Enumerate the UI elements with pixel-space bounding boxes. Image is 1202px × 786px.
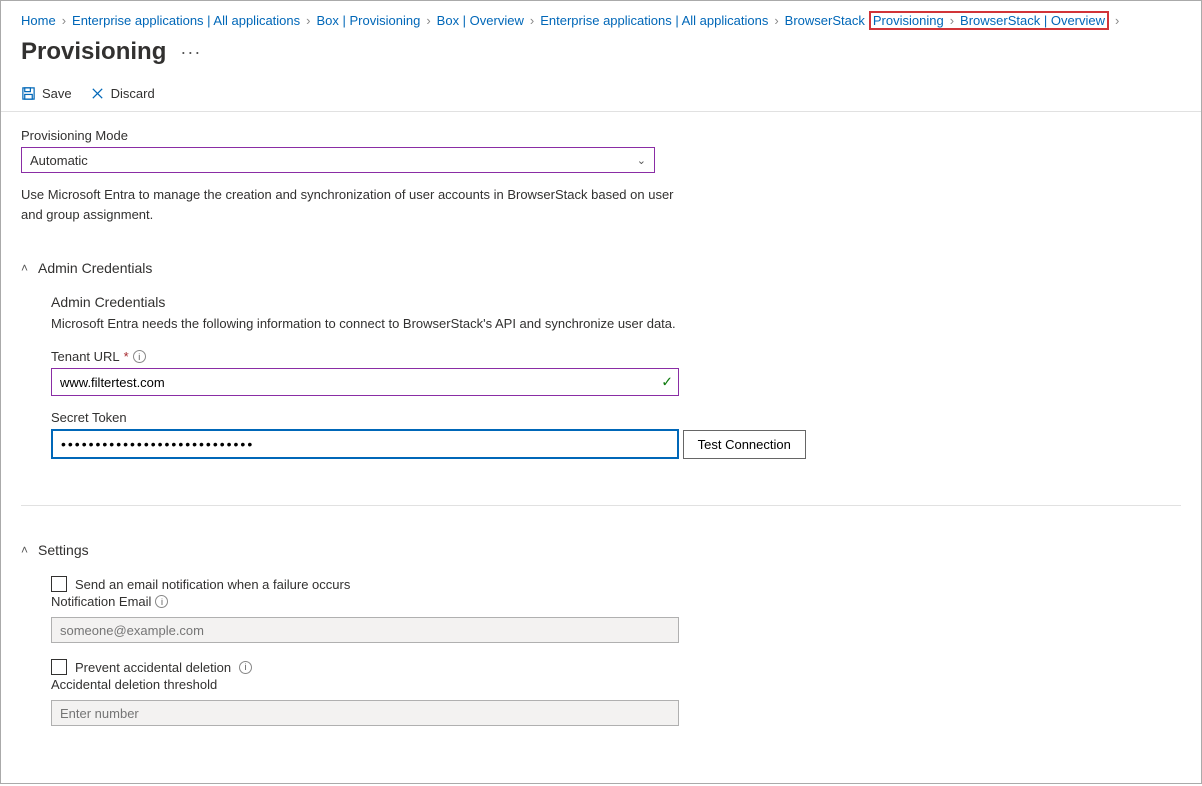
admin-credentials-heading: Admin Credentials xyxy=(51,294,1181,310)
prevent-deletion-checkbox[interactable] xyxy=(51,659,67,675)
save-icon xyxy=(21,86,36,101)
info-icon[interactable]: i xyxy=(239,661,252,674)
bc-ent-apps-2[interactable]: Enterprise applications | All applicatio… xyxy=(540,13,768,28)
bc-box-over[interactable]: Box | Overview xyxy=(437,13,524,28)
close-icon xyxy=(90,86,105,101)
bc-home[interactable]: Home xyxy=(21,13,56,28)
test-connection-button[interactable]: Test Connection xyxy=(683,430,806,459)
breadcrumb-highlight: Provisioning› BrowserStack | Overview xyxy=(869,11,1109,30)
email-notification-label: Send an email notification when a failur… xyxy=(75,577,350,592)
settings-section-title: Settings xyxy=(38,542,89,558)
required-indicator: * xyxy=(124,349,129,364)
admin-credentials-desc: Microsoft Entra needs the following info… xyxy=(51,316,1181,331)
notification-email-input[interactable] xyxy=(51,617,679,643)
more-icon[interactable]: ··· xyxy=(180,42,201,63)
prevent-deletion-label: Prevent accidental deletion xyxy=(75,660,231,675)
bc-provisioning[interactable]: Provisioning xyxy=(873,13,944,28)
chevron-down-icon: ⌄ xyxy=(637,154,646,167)
discard-label: Discard xyxy=(111,86,155,101)
chevron-up-icon: ˄ xyxy=(21,543,28,557)
secret-token-label: Secret Token xyxy=(51,410,1181,425)
info-icon[interactable]: i xyxy=(133,350,146,363)
bc-ent-apps-1[interactable]: Enterprise applications | All applicatio… xyxy=(72,13,300,28)
provisioning-mode-select[interactable]: Automatic ⌄ xyxy=(21,147,655,173)
save-button[interactable]: Save xyxy=(21,86,72,101)
deletion-threshold-label: Accidental deletion threshold xyxy=(51,677,1181,692)
discard-button[interactable]: Discard xyxy=(90,86,155,101)
notification-email-label: Notification Email xyxy=(51,594,151,609)
checkmark-icon: ✓ xyxy=(661,374,673,391)
provisioning-mode-value: Automatic xyxy=(30,153,88,168)
save-label: Save xyxy=(42,86,72,101)
admin-credentials-section: ˄ Admin Credentials Admin Credentials Mi… xyxy=(21,260,1181,506)
settings-toggle[interactable]: ˄ Settings xyxy=(21,542,1181,558)
info-icon[interactable]: i xyxy=(155,595,168,608)
secret-token-input[interactable] xyxy=(51,429,679,459)
provisioning-mode-label: Provisioning Mode xyxy=(21,128,1181,143)
settings-section: ˄ Settings Send an email notification wh… xyxy=(21,542,1181,770)
admin-credentials-toggle[interactable]: ˄ Admin Credentials xyxy=(21,260,1181,276)
tenant-url-input[interactable] xyxy=(51,368,679,396)
email-notification-checkbox[interactable] xyxy=(51,576,67,592)
toolbar: Save Discard xyxy=(1,80,1201,112)
bc-browserstack[interactable]: BrowserStack xyxy=(785,13,865,28)
provisioning-mode-description: Use Microsoft Entra to manage the creati… xyxy=(21,185,681,224)
page-title: Provisioning xyxy=(21,38,166,66)
breadcrumb: Home› Enterprise applications | All appl… xyxy=(1,1,1201,36)
bc-box-prov[interactable]: Box | Provisioning xyxy=(317,13,421,28)
bc-bs-overview[interactable]: BrowserStack | Overview xyxy=(960,13,1105,28)
tenant-url-label: Tenant URL xyxy=(51,349,120,364)
deletion-threshold-input[interactable] xyxy=(51,700,679,726)
chevron-up-icon: ˄ xyxy=(21,261,28,275)
admin-credentials-section-title: Admin Credentials xyxy=(38,260,152,276)
